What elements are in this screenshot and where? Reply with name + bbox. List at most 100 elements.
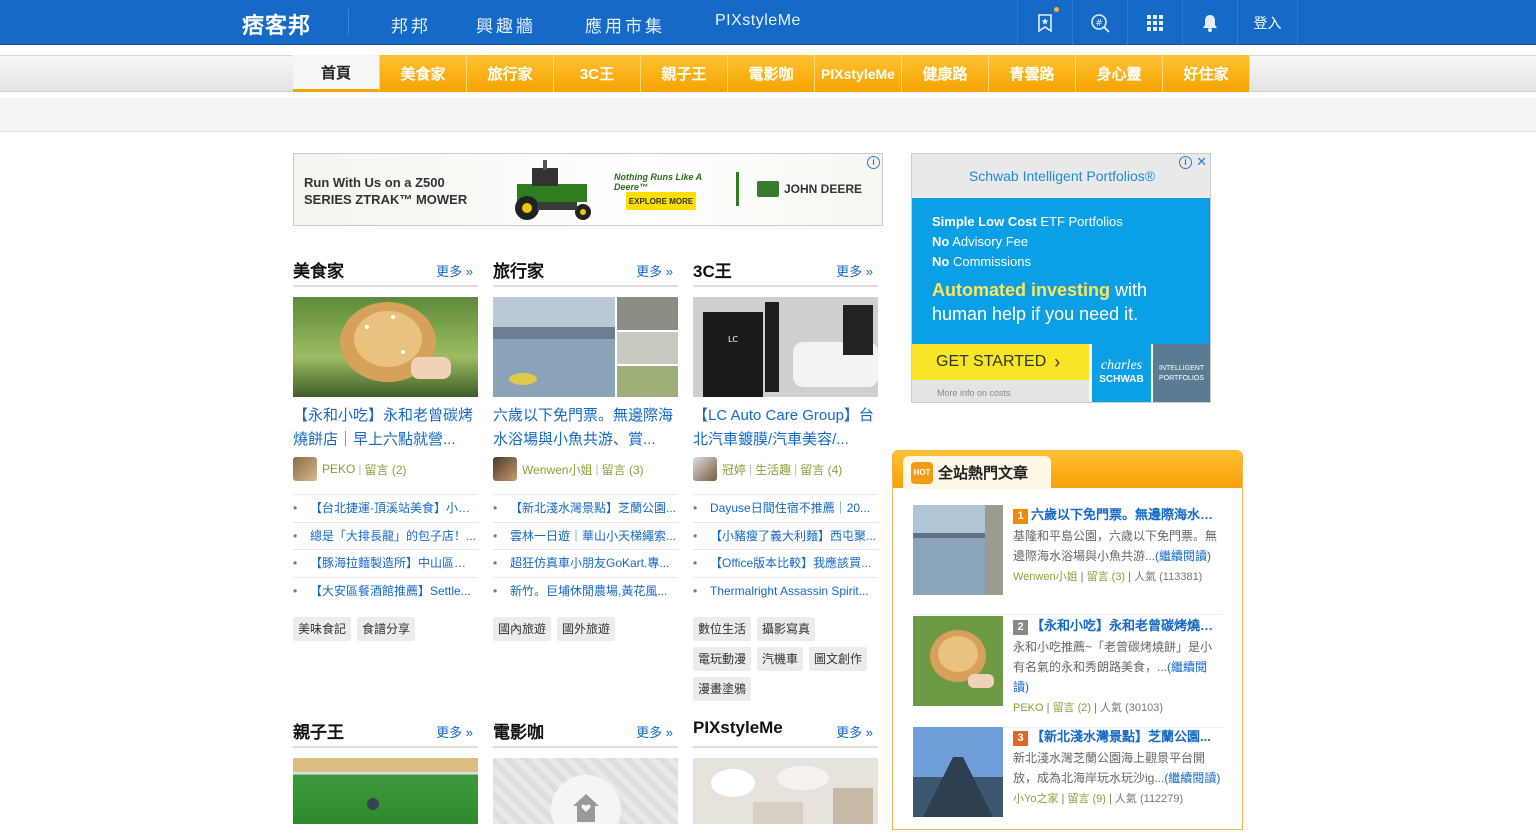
tag[interactable]: 數位生活 — [693, 617, 752, 641]
tag[interactable]: 美味食記 — [293, 617, 352, 641]
tag[interactable]: 國內旅遊 — [493, 617, 552, 641]
cat-home[interactable]: 首頁 — [293, 55, 380, 92]
nav-pixstyleme[interactable]: PIXstyleMe — [715, 12, 801, 30]
avatar[interactable] — [293, 457, 317, 481]
ad-footer[interactable]: More info on costs — [912, 380, 1089, 402]
post-thumbnail[interactable] — [693, 758, 878, 824]
section-title[interactable]: 親子王 — [293, 718, 344, 743]
comments-link[interactable]: 留言 (2) — [364, 461, 406, 478]
post-title[interactable]: 【LC Auto Care Group】台北汽車鍍膜/汽車美容/... — [693, 404, 878, 452]
cat-food[interactable]: 美食家 — [380, 55, 467, 92]
nav-app-market[interactable]: 應用市集 — [585, 12, 665, 37]
hot-thumbnail[interactable] — [913, 616, 1003, 706]
banner-ad[interactable]: Run With Us on a Z500 SERIES ZTRAK™ MOWE… — [293, 153, 883, 226]
list-item[interactable]: 新竹。巨埔休閒農場,黃花風... — [493, 577, 678, 605]
author-link[interactable]: Wenwen小姐 — [522, 461, 592, 478]
cat-career[interactable]: 青雲路 — [989, 55, 1076, 92]
more-link[interactable]: 更多 » — [636, 722, 673, 741]
list-item[interactable]: 【小豬瘦了義大利麵】西屯聚... — [693, 521, 878, 549]
list-item[interactable]: Dayuse日間住宿不推薦｜20... — [693, 494, 878, 522]
hot-thumbnail[interactable] — [913, 505, 1003, 595]
apps-grid-icon[interactable] — [1127, 0, 1182, 45]
tag[interactable]: 國外旅遊 — [557, 617, 616, 641]
hot-item-title[interactable]: 3 【新北淺水灣景點】芝蘭公園... — [1013, 727, 1221, 747]
tag[interactable]: 攝影寫真 — [757, 617, 816, 641]
comments-link[interactable]: 留言 (3) — [602, 461, 644, 478]
comments-link[interactable]: 留言 (9) — [1067, 793, 1106, 805]
hot-tab: HOT 全站熱門文章 — [903, 456, 1051, 489]
tag[interactable]: 漫畫塗鴉 — [693, 677, 752, 701]
author-link[interactable]: 小Yo之家 — [1013, 793, 1058, 805]
cat-pixstyleme[interactable]: PIXstyleMe — [815, 55, 902, 92]
more-link[interactable]: 更多 » — [436, 722, 473, 741]
tag[interactable]: 汽機車 — [757, 647, 804, 671]
post-thumbnail[interactable]: LC — [693, 297, 878, 397]
nav-interest-wall[interactable]: 興趣牆 — [476, 12, 536, 37]
hot-thumbnail[interactable] — [913, 727, 1003, 817]
ad-info-icon[interactable]: i — [1179, 156, 1192, 169]
author-link[interactable]: PEKO — [1013, 702, 1044, 714]
ad-explore-button[interactable]: EXPLORE MORE — [626, 192, 696, 210]
author-link[interactable]: PEKO — [322, 462, 355, 476]
more-link[interactable]: 更多 » — [436, 261, 473, 280]
list-item[interactable]: 總是「大排長龍」的包子店！... — [293, 521, 478, 549]
more-link[interactable]: 更多 » — [836, 261, 873, 280]
hot-item-title[interactable]: 1 六歲以下免門票。無邊際海水浴... — [1013, 505, 1221, 525]
category-link[interactable]: 生活趣 — [755, 461, 791, 478]
comments-link[interactable]: 留言 (2) — [1053, 702, 1092, 714]
ad-tagline: Nothing Runs Like A Deere™ — [614, 172, 702, 192]
cat-3c[interactable]: 3C王 — [554, 55, 641, 92]
post-thumbnail[interactable] — [493, 297, 678, 397]
post-thumbnail[interactable] — [493, 758, 678, 824]
bookmark-star-icon[interactable] — [1017, 0, 1072, 45]
tag[interactable]: 圖文創作 — [809, 647, 868, 671]
list-item[interactable]: 【新北淺水灣景點】芝蘭公園... — [493, 494, 678, 522]
bell-icon[interactable] — [1182, 0, 1237, 45]
list-item[interactable]: 超狂仿真車小朋友GoKart.專... — [493, 549, 678, 577]
more-link[interactable]: 更多 » — [636, 261, 673, 280]
author-link[interactable]: Wenwen小姐 — [1013, 571, 1078, 583]
cat-mind[interactable]: 身心靈 — [1076, 55, 1163, 92]
side-ad[interactable]: Schwab Intelligent Portfolios® i ✕ Simpl… — [911, 153, 1211, 403]
nav-bangbang[interactable]: 邦邦 — [391, 12, 431, 37]
site-logo[interactable]: 痞客邦 — [242, 8, 311, 38]
read-more-link[interactable]: (繼續閱讀) — [1155, 549, 1211, 563]
hot-item-title[interactable]: 2 【永和小吃】永和老曾碳烤燒餅... — [1013, 616, 1221, 636]
section-title[interactable]: 旅行家 — [493, 257, 544, 282]
more-link[interactable]: 更多 » — [836, 722, 873, 741]
cat-health[interactable]: 健康路 — [902, 55, 989, 92]
read-more-link[interactable]: (繼續閱讀) — [1164, 771, 1220, 785]
cat-home-living[interactable]: 好住家 — [1163, 55, 1250, 92]
author-link[interactable]: 冠婷 — [722, 461, 746, 478]
avatar[interactable] — [693, 457, 717, 481]
list-item[interactable]: Thermalright Assassin Spirit... — [693, 577, 878, 605]
cat-movie[interactable]: 電影咖 — [728, 55, 815, 92]
avatar[interactable] — [493, 457, 517, 481]
post-title[interactable]: 六歲以下免門票。無邊際海水浴場與小魚共游、賞... — [493, 404, 678, 452]
post-thumbnail[interactable] — [293, 297, 478, 397]
section-title[interactable]: 電影咖 — [493, 718, 544, 743]
list-item[interactable]: 雲林一日遊｜華山小天梯繩索... — [493, 521, 678, 549]
cat-travel[interactable]: 旅行家 — [467, 55, 554, 92]
section-title[interactable]: 美食家 — [293, 257, 344, 282]
list-item[interactable]: 【豚海拉麵製造所】中山區拉麵... — [293, 549, 478, 577]
tag[interactable]: 食譜分享 — [357, 617, 416, 641]
tag[interactable]: 電玩動漫 — [693, 647, 752, 671]
section-title[interactable]: 3C王 — [693, 257, 732, 282]
ad-info-icon[interactable]: i — [867, 156, 880, 169]
comments-link[interactable]: 留言 (3) — [1087, 571, 1126, 583]
section-title[interactable]: PIXstyleMe — [693, 718, 783, 738]
post-thumbnail[interactable] — [293, 758, 478, 824]
ad-close-icon[interactable]: ✕ — [1196, 154, 1207, 170]
hot-title: 全站熱門文章 — [938, 465, 1029, 482]
cat-parenting[interactable]: 親子王 — [641, 55, 728, 92]
search-hash-icon[interactable]: # — [1072, 0, 1127, 45]
list-item[interactable]: 【Office版本比較】我應該買... — [693, 549, 878, 577]
comments-link[interactable]: 留言 (4) — [800, 461, 842, 478]
list-item[interactable]: 【大安區餐酒館推薦】Settle... — [293, 577, 478, 605]
list-item[interactable]: 【台北捷運-頂溪站美食】小吃... — [293, 494, 478, 522]
login-button[interactable]: 登入 — [1237, 0, 1298, 45]
ad-get-started-button[interactable]: GET STARTED › — [912, 344, 1089, 380]
post-title[interactable]: 【永和小吃】永和老曾碳烤燒餅店｜早上六點就營... — [293, 404, 478, 452]
tag-list: 國內旅遊 國外旅遊 — [493, 617, 683, 647]
